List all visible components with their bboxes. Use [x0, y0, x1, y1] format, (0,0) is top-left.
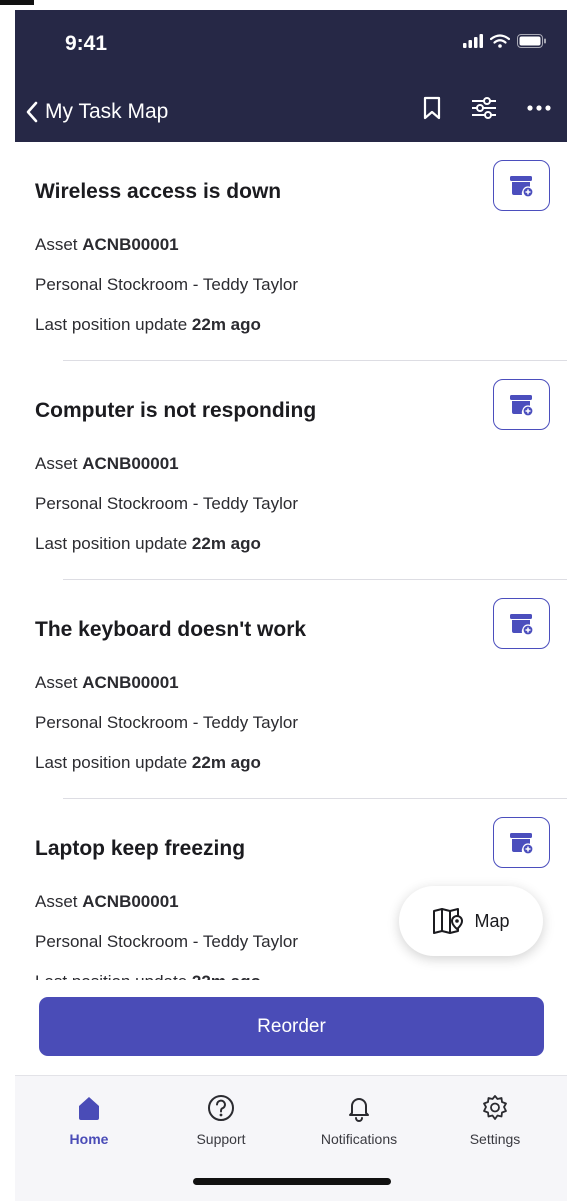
corner-mark — [0, 0, 34, 5]
reorder-button[interactable]: Reorder — [39, 997, 544, 1056]
task-last-update: Last position update 22m ago — [35, 315, 261, 334]
chevron-left-icon — [26, 101, 38, 123]
map-button[interactable]: Map — [399, 886, 543, 956]
add-to-map-button[interactable] — [493, 817, 550, 868]
update-value: 22m ago — [192, 972, 261, 980]
tray-add-icon — [509, 394, 534, 417]
tab-label: Support — [196, 1131, 246, 1147]
tab-label: Notifications — [320, 1131, 398, 1147]
nav-actions — [423, 96, 551, 120]
task-asset: Asset ACNB00001 — [35, 673, 179, 692]
tray-add-icon — [509, 175, 534, 198]
tab-settings[interactable]: Settings — [435, 1094, 555, 1147]
tab-notifications[interactable]: Notifications — [299, 1094, 419, 1147]
task-asset: Asset ACNB00001 — [35, 454, 179, 473]
top-bar: 9:41 My Task Map — [15, 10, 567, 142]
map-button-label: Map — [474, 910, 510, 931]
add-to-map-button[interactable] — [493, 160, 550, 211]
nav-bar: My Task Map — [15, 90, 567, 134]
task-location: Personal Stockroom - Teddy Taylor — [35, 932, 298, 951]
more-horizontal-icon — [527, 105, 551, 111]
signal-icon — [463, 34, 483, 48]
page-title: My Task Map — [45, 100, 169, 123]
task-location: Personal Stockroom - Teddy Taylor — [35, 494, 298, 513]
phone-screen: 9:41 My Task Map Wireless access is down… — [15, 10, 567, 1201]
task-location: Personal Stockroom - Teddy Taylor — [35, 275, 298, 294]
task-title: The keyboard doesn't work — [35, 618, 307, 641]
bell-icon — [349, 1098, 369, 1122]
tab-label: Settings — [469, 1131, 521, 1147]
tray-add-icon — [509, 832, 534, 855]
gear-icon — [483, 1095, 507, 1120]
task-item[interactable]: Computer is not responding Asset ACNB000… — [15, 361, 567, 580]
back-button[interactable]: My Task Map — [15, 100, 168, 124]
home-icon — [79, 1097, 99, 1120]
task-title: Laptop keep freezing — [35, 837, 246, 860]
task-asset: Asset ACNB00001 — [35, 235, 179, 254]
asset-id: ACNB00001 — [82, 235, 179, 254]
task-asset: Asset ACNB00001 — [35, 892, 179, 911]
add-to-map-button[interactable] — [493, 598, 550, 649]
update-value: 22m ago — [191, 315, 261, 334]
task-location: Personal Stockroom - Teddy Taylor — [35, 713, 298, 732]
sliders-icon — [472, 97, 496, 119]
update-value: 22m ago — [191, 753, 261, 772]
more-button[interactable] — [527, 105, 551, 111]
map-pin-icon — [433, 908, 464, 934]
tab-label: Home — [69, 1131, 109, 1147]
help-icon — [208, 1095, 234, 1121]
reorder-bar: Reorder — [15, 980, 567, 1075]
update-value: 22m ago — [191, 534, 261, 553]
status-time: 9:41 — [65, 32, 108, 55]
asset-id: ACNB00001 — [82, 673, 179, 692]
task-last-update: Last position update 22m ago — [35, 972, 261, 980]
task-last-update: Last position update 22m ago — [35, 753, 261, 772]
task-title: Computer is not responding — [35, 399, 317, 422]
home-indicator — [193, 1178, 391, 1185]
asset-id: ACNB00001 — [82, 892, 179, 911]
add-to-map-button[interactable] — [493, 379, 550, 430]
battery-icon — [517, 34, 546, 48]
asset-id: ACNB00001 — [82, 454, 179, 473]
task-list[interactable]: Wireless access is down Asset ACNB00001 … — [15, 142, 567, 980]
tab-bar: Home Support Notifications Settings — [15, 1075, 567, 1201]
bookmark-button[interactable] — [423, 96, 441, 120]
task-item[interactable]: The keyboard doesn't work Asset ACNB0000… — [15, 580, 567, 799]
tray-add-icon — [509, 613, 534, 636]
task-title: Wireless access is down — [35, 180, 282, 203]
status-icons — [463, 34, 547, 48]
bookmark-icon — [423, 96, 441, 120]
task-item[interactable]: Wireless access is down Asset ACNB00001 … — [15, 142, 567, 361]
wifi-icon — [490, 34, 510, 48]
task-last-update: Last position update 22m ago — [35, 534, 261, 553]
tab-home[interactable]: Home — [29, 1094, 149, 1147]
tab-support[interactable]: Support — [161, 1094, 281, 1147]
filter-button[interactable] — [471, 97, 497, 119]
